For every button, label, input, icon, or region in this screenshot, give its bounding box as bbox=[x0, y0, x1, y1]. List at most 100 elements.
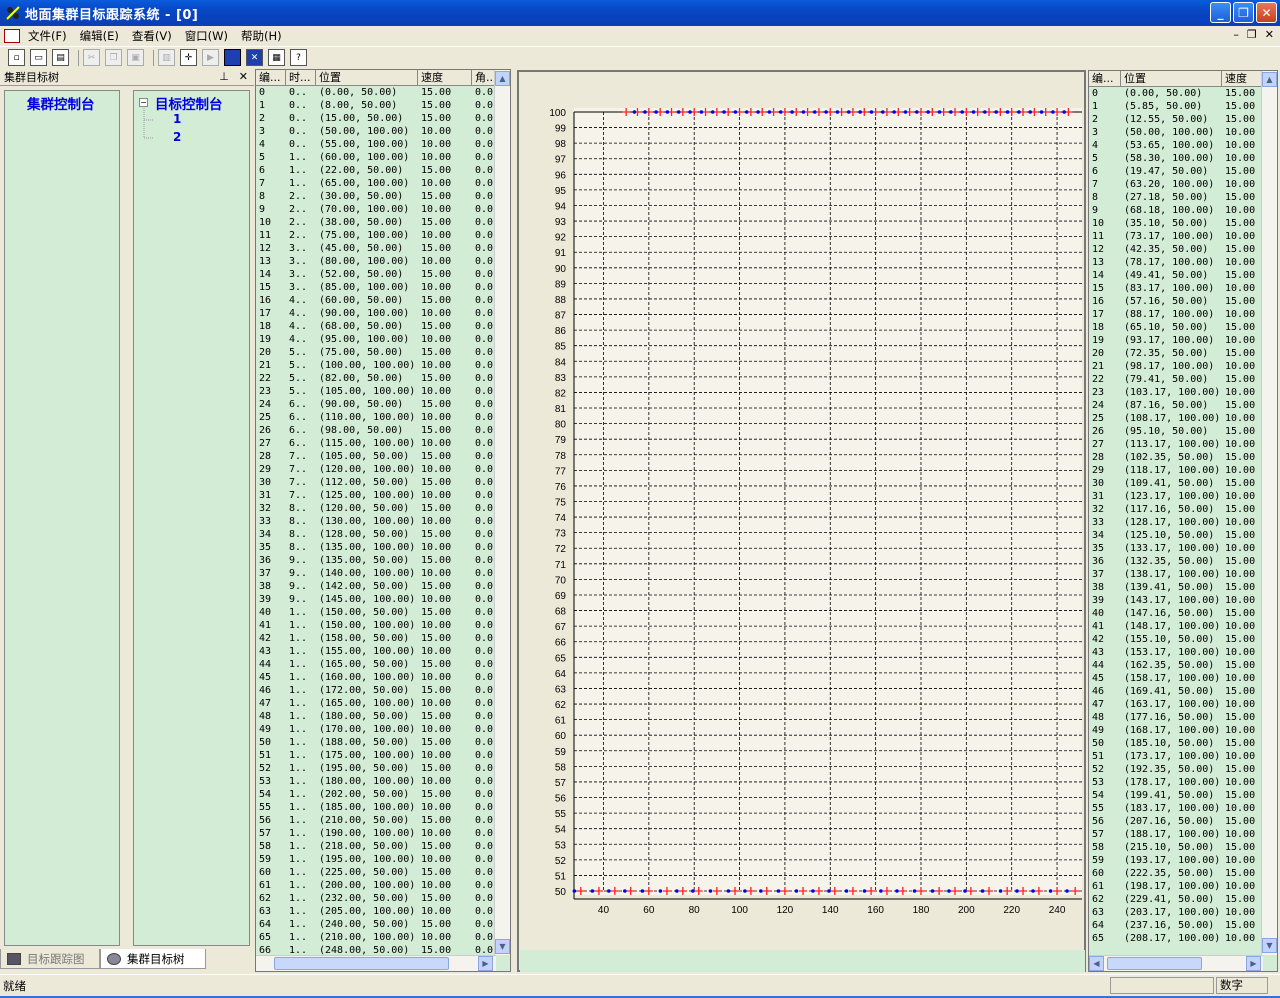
scroll-track[interactable] bbox=[496, 88, 509, 938]
table-row[interactable]: 26 (95.10, 50.00) 15.00 bbox=[1089, 425, 1277, 438]
table-row[interactable]: 46 1.. (172.00, 50.00) 15.00 0.0 bbox=[256, 684, 510, 697]
scroll-thumb[interactable] bbox=[1107, 957, 1202, 970]
table-row[interactable]: 53 1.. (180.00, 100.00) 10.00 0.0 bbox=[256, 775, 510, 788]
table-row[interactable]: 65 1.. (210.00, 100.00) 10.00 0.0 bbox=[256, 931, 510, 944]
table-row[interactable]: 48 1.. (180.00, 50.00) 15.00 0.0 bbox=[256, 710, 510, 723]
table-row[interactable]: 18 (65.10, 50.00) 15.00 bbox=[1089, 321, 1277, 334]
table-row[interactable]: 36 (132.35, 50.00) 15.00 bbox=[1089, 555, 1277, 568]
table-row[interactable]: 5 1.. (60.00, 100.00) 10.00 0.0 bbox=[256, 151, 510, 164]
table-row[interactable]: 48 (177.16, 50.00) 15.00 bbox=[1089, 711, 1277, 724]
table-icon[interactable]: ▦ bbox=[268, 49, 285, 66]
column-header[interactable]: 时... bbox=[286, 70, 316, 85]
table-row[interactable]: 4 (53.65, 100.00) 10.00 bbox=[1089, 139, 1277, 152]
mdi-restore-icon[interactable]: ❐ bbox=[1247, 28, 1257, 41]
table-row[interactable]: 45 (158.17, 100.00) 10.00 bbox=[1089, 672, 1277, 685]
play-icon[interactable]: ▶ bbox=[202, 49, 219, 66]
table-row[interactable]: 16 4.. (60.00, 50.00) 15.00 0.0 bbox=[256, 294, 510, 307]
table-row[interactable]: 27 (113.17, 100.00) 10.00 bbox=[1089, 438, 1277, 451]
table-row[interactable]: 52 (192.35, 50.00) 15.00 bbox=[1089, 763, 1277, 776]
table-row[interactable]: 41 1.. (150.00, 100.00) 10.00 0.0 bbox=[256, 619, 510, 632]
tree-node-child[interactable]: 2 bbox=[173, 130, 181, 144]
table-row[interactable]: 4 0.. (55.00, 100.00) 10.00 0.0 bbox=[256, 138, 510, 151]
table-row[interactable]: 18 4.. (68.00, 50.00) 15.00 0.0 bbox=[256, 320, 510, 333]
menu-edit[interactable]: 编辑(E) bbox=[80, 28, 119, 44]
tab-tracking-chart[interactable]: 目标跟踪图 bbox=[0, 949, 100, 969]
table-row[interactable]: 28 7.. (105.00, 50.00) 15.00 0.0 bbox=[256, 450, 510, 463]
table-row[interactable]: 14 3.. (52.00, 50.00) 15.00 0.0 bbox=[256, 268, 510, 281]
close-button[interactable]: ✕ bbox=[1256, 2, 1277, 23]
table-row[interactable]: 38 (139.41, 50.00) 15.00 bbox=[1089, 581, 1277, 594]
table-row[interactable]: 32 8.. (120.00, 50.00) 15.00 0.0 bbox=[256, 502, 510, 515]
scroll-down-icon[interactable]: ▼ bbox=[495, 939, 510, 954]
table-row[interactable]: 47 (163.17, 100.00) 10.00 bbox=[1089, 698, 1277, 711]
table-row[interactable]: 43 1.. (155.00, 100.00) 10.00 0.0 bbox=[256, 645, 510, 658]
table-row[interactable]: 29 7.. (120.00, 100.00) 10.00 0.0 bbox=[256, 463, 510, 476]
table-row[interactable]: 56 1.. (210.00, 50.00) 15.00 0.0 bbox=[256, 814, 510, 827]
column-header[interactable]: 角... bbox=[472, 70, 496, 85]
tree-node-child[interactable]: 1 bbox=[173, 112, 181, 126]
table-row[interactable]: 49 1.. (170.00, 100.00) 10.00 0.0 bbox=[256, 723, 510, 736]
table-row[interactable]: 27 6.. (115.00, 100.00) 10.00 0.0 bbox=[256, 437, 510, 450]
column-header[interactable]: 速度 bbox=[418, 70, 472, 85]
table-row[interactable]: 26 6.. (98.00, 50.00) 15.00 0.0 bbox=[256, 424, 510, 437]
table-row[interactable]: 3 (50.00, 100.00) 10.00 bbox=[1089, 126, 1277, 139]
table-row[interactable]: 51 1.. (175.00, 100.00) 10.00 0.0 bbox=[256, 749, 510, 762]
mdi-close-icon[interactable]: ✕ bbox=[1265, 28, 1274, 41]
scroll-right-icon[interactable]: ▶ bbox=[1246, 956, 1261, 971]
scroll-up-icon[interactable]: ▲ bbox=[495, 71, 510, 86]
table-row[interactable]: 23 (103.17, 100.00) 10.00 bbox=[1089, 386, 1277, 399]
scroll-left-icon[interactable]: ◀ bbox=[1089, 956, 1104, 971]
table-row[interactable]: 6 1.. (22.00, 50.00) 15.00 0.0 bbox=[256, 164, 510, 177]
horizontal-scrollbar[interactable]: ▶ bbox=[256, 955, 496, 971]
table-row[interactable]: 61 (198.17, 100.00) 10.00 bbox=[1089, 880, 1277, 893]
cut-icon[interactable]: ✂ bbox=[83, 49, 100, 66]
table-row[interactable]: 19 4.. (95.00, 100.00) 10.00 0.0 bbox=[256, 333, 510, 346]
scroll-up-icon[interactable]: ▲ bbox=[1262, 72, 1277, 87]
table-row[interactable]: 5 (58.30, 100.00) 10.00 bbox=[1089, 152, 1277, 165]
table-row[interactable]: 40 (147.16, 50.00) 15.00 bbox=[1089, 607, 1277, 620]
table-row[interactable]: 9 (68.18, 100.00) 10.00 bbox=[1089, 204, 1277, 217]
vertical-scrollbar[interactable]: ▲ ▼ bbox=[494, 70, 510, 955]
table-row[interactable]: 7 1.. (65.00, 100.00) 10.00 0.0 bbox=[256, 177, 510, 190]
scroll-right-icon[interactable]: ▶ bbox=[478, 956, 493, 971]
table-row[interactable]: 3 0.. (50.00, 100.00) 10.00 0.0 bbox=[256, 125, 510, 138]
table-row[interactable]: 2 (12.55, 50.00) 15.00 bbox=[1089, 113, 1277, 126]
scroll-thumb[interactable] bbox=[274, 957, 449, 970]
table-row[interactable]: 33 (128.17, 100.00) 10.00 bbox=[1089, 516, 1277, 529]
table-row[interactable]: 37 (138.17, 100.00) 10.00 bbox=[1089, 568, 1277, 581]
open-file-icon[interactable]: ▭ bbox=[30, 49, 47, 66]
table-row[interactable]: 25 (108.17, 100.00) 10.00 bbox=[1089, 412, 1277, 425]
table-row[interactable]: 58 (215.10, 50.00) 15.00 bbox=[1089, 841, 1277, 854]
table-row[interactable]: 33 8.. (130.00, 100.00) 10.00 0.0 bbox=[256, 515, 510, 528]
table-row[interactable]: 64 (237.16, 50.00) 15.00 bbox=[1089, 919, 1277, 932]
collapse-icon[interactable]: − bbox=[139, 98, 148, 107]
crosshair-icon[interactable]: ✛ bbox=[180, 49, 197, 66]
table-row[interactable]: 45 1.. (160.00, 100.00) 10.00 0.0 bbox=[256, 671, 510, 684]
table-row[interactable]: 30 (109.41, 50.00) 15.00 bbox=[1089, 477, 1277, 490]
table-row[interactable]: 22 5.. (82.00, 50.00) 15.00 0.0 bbox=[256, 372, 510, 385]
table-row[interactable]: 12 (42.35, 50.00) 15.00 bbox=[1089, 243, 1277, 256]
table-row[interactable]: 60 (222.35, 50.00) 15.00 bbox=[1089, 867, 1277, 880]
cancel-icon[interactable]: ✕ bbox=[246, 49, 263, 66]
table-row[interactable]: 58 1.. (218.00, 50.00) 15.00 0.0 bbox=[256, 840, 510, 853]
table-row[interactable]: 11 (73.17, 100.00) 10.00 bbox=[1089, 230, 1277, 243]
table-row[interactable]: 51 (173.17, 100.00) 10.00 bbox=[1089, 750, 1277, 763]
table-row[interactable]: 44 1.. (165.00, 50.00) 15.00 0.0 bbox=[256, 658, 510, 671]
table-row[interactable]: 53 (178.17, 100.00) 10.00 bbox=[1089, 776, 1277, 789]
tab-cluster-tree[interactable]: 集群目标树 bbox=[100, 949, 206, 969]
table-row[interactable]: 14 (49.41, 50.00) 15.00 bbox=[1089, 269, 1277, 282]
table-row[interactable]: 12 3.. (45.00, 50.00) 15.00 0.0 bbox=[256, 242, 510, 255]
table-row[interactable]: 1 0.. (8.00, 50.00) 15.00 0.0 bbox=[256, 99, 510, 112]
table-row[interactable]: 10 2.. (38.00, 50.00) 15.00 0.0 bbox=[256, 216, 510, 229]
table-row[interactable]: 44 (162.35, 50.00) 15.00 bbox=[1089, 659, 1277, 672]
column-header[interactable]: 编... bbox=[256, 70, 286, 85]
table-row[interactable]: 36 9.. (135.00, 50.00) 15.00 0.0 bbox=[256, 554, 510, 567]
maximize-button[interactable]: ❐ bbox=[1233, 2, 1254, 23]
table-row[interactable]: 22 (79.41, 50.00) 15.00 bbox=[1089, 373, 1277, 386]
table-row[interactable]: 55 (183.17, 100.00) 10.00 bbox=[1089, 802, 1277, 815]
table-row[interactable]: 42 (155.10, 50.00) 15.00 bbox=[1089, 633, 1277, 646]
table-row[interactable]: 63 1.. (205.00, 100.00) 10.00 0.0 bbox=[256, 905, 510, 918]
table-row[interactable]: 7 (63.20, 100.00) 10.00 bbox=[1089, 178, 1277, 191]
table-row[interactable]: 15 3.. (85.00, 100.00) 10.00 0.0 bbox=[256, 281, 510, 294]
table-row[interactable]: 11 2.. (75.00, 100.00) 10.00 0.0 bbox=[256, 229, 510, 242]
